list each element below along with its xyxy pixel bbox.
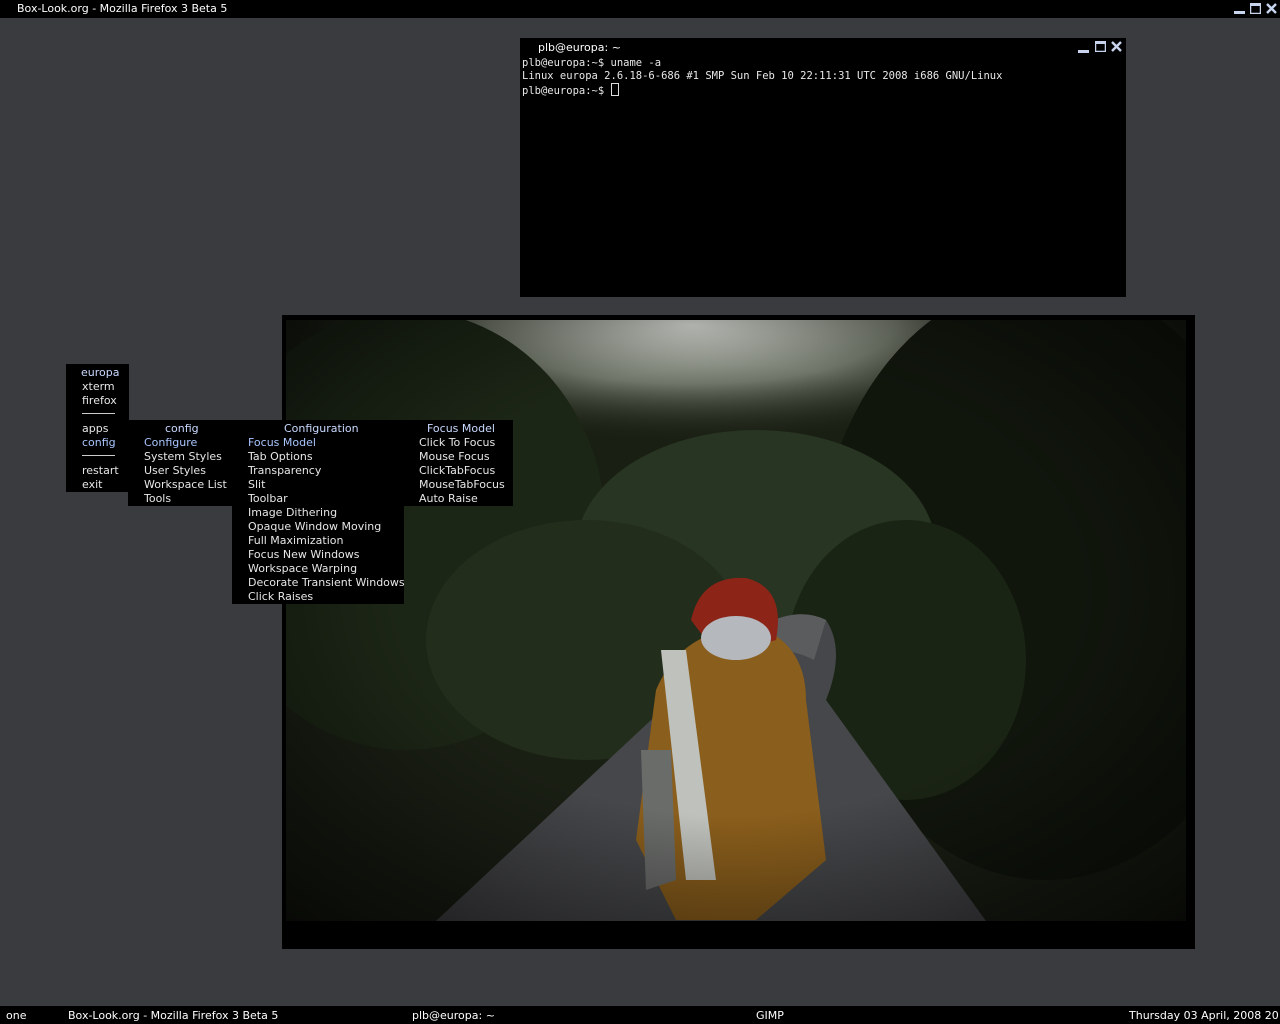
menu-item-workspace-warping[interactable]: Workspace Warping [248,562,357,576]
terminal-line: plb@europa:~$ [522,85,611,97]
menu-item-config[interactable]: config [82,436,116,450]
menu-item-clicktabfocus[interactable]: ClickTabFocus [419,464,495,478]
close-icon[interactable] [1266,3,1277,14]
terminal-line: Linux europa 2.6.18-6-686 #1 SMP Sun Feb… [522,70,1003,82]
menu-item-auto-raise[interactable]: Auto Raise [419,492,478,506]
menu-item-mouse-focus[interactable]: Mouse Focus [419,450,490,464]
menu-item-tools[interactable]: Tools [144,492,171,506]
menu-item-mousetabfocus[interactable]: MouseTabFocus [419,478,505,492]
menu-item-workspace-list[interactable]: Workspace List [144,478,227,492]
menu-item-exit[interactable]: exit [82,478,102,492]
root-menu[interactable]: europa xterm firefox apps config restart… [66,364,129,492]
gimp-image-window[interactable] [282,315,1195,949]
menu-item-toolbar[interactable]: Toolbar [248,492,288,506]
menu-item-opaque-window-moving[interactable]: Opaque Window Moving [248,520,381,534]
menu-item-full-maximization[interactable]: Full Maximization [248,534,343,548]
focus-model-menu[interactable]: Focus Model Click To Focus Mouse Focus C… [403,420,513,506]
menu-title: europa [81,366,120,379]
cursor-icon [610,83,619,96]
menu-separator [82,455,115,456]
menu-item-firefox[interactable]: firefox [82,394,117,408]
menu-title: Focus Model [427,422,495,435]
config-menu[interactable]: config Configure System Styles User Styl… [128,420,234,506]
configuration-menu[interactable]: Configuration Focus Model Tab Options Tr… [232,420,405,604]
menu-item-focus-model[interactable]: Focus Model [248,436,316,450]
taskbar-item-terminal[interactable]: plb@europa: ~ [412,1009,495,1022]
menu-item-image-dithering[interactable]: Image Dithering [248,506,337,520]
menu-item-focus-new-windows[interactable]: Focus New Windows [248,548,360,562]
toolbar: one Box-Look.org - Mozilla Firefox 3 Bet… [0,1006,1280,1024]
menu-item-xterm[interactable]: xterm [82,380,115,394]
terminal-window[interactable]: plb@europa: ~ plb@europa:~$ uname -a Lin… [520,38,1126,297]
maximize-icon[interactable] [1095,41,1106,52]
menu-item-apps[interactable]: apps [82,422,108,436]
menu-title: Configuration [284,422,359,435]
menu-separator [82,413,115,414]
taskbar-item-gimp[interactable]: GIMP [756,1009,784,1022]
maximize-icon[interactable] [1250,3,1261,14]
taskbar-item-firefox[interactable]: Box-Look.org - Mozilla Firefox 3 Beta 5 [68,1009,278,1022]
menu-item-system-styles[interactable]: System Styles [144,450,222,464]
menu-item-click-raises[interactable]: Click Raises [248,590,313,604]
menu-item-configure[interactable]: Configure [144,436,197,450]
terminal-output[interactable]: plb@europa:~$ uname -a Linux europa 2.6.… [522,57,1002,98]
menu-item-transparency[interactable]: Transparency [248,464,321,478]
menu-item-restart[interactable]: restart [82,464,119,478]
photo-image [286,320,1186,921]
menu-item-decorate-transient-windows[interactable]: Decorate Transient Windows [248,576,405,590]
menu-item-click-to-focus[interactable]: Click To Focus [419,436,495,450]
minimize-icon[interactable] [1078,43,1089,54]
menu-item-tab-options[interactable]: Tab Options [248,450,313,464]
minimize-icon[interactable] [1234,4,1245,15]
terminal-title: plb@europa: ~ [538,41,621,54]
terminal-line: plb@europa:~$ uname -a [522,57,662,69]
close-icon[interactable] [1111,41,1122,52]
firefox-titlebar[interactable]: Box-Look.org - Mozilla Firefox 3 Beta 5 [0,0,1280,18]
menu-item-slit[interactable]: Slit [248,478,265,492]
clock: Thursday 03 April, 2008 20:09 [1129,1009,1280,1022]
workspace-name[interactable]: one [6,1009,26,1022]
window-title: Box-Look.org - Mozilla Firefox 3 Beta 5 [17,2,228,15]
menu-item-user-styles[interactable]: User Styles [144,464,206,478]
menu-title: config [165,422,199,435]
